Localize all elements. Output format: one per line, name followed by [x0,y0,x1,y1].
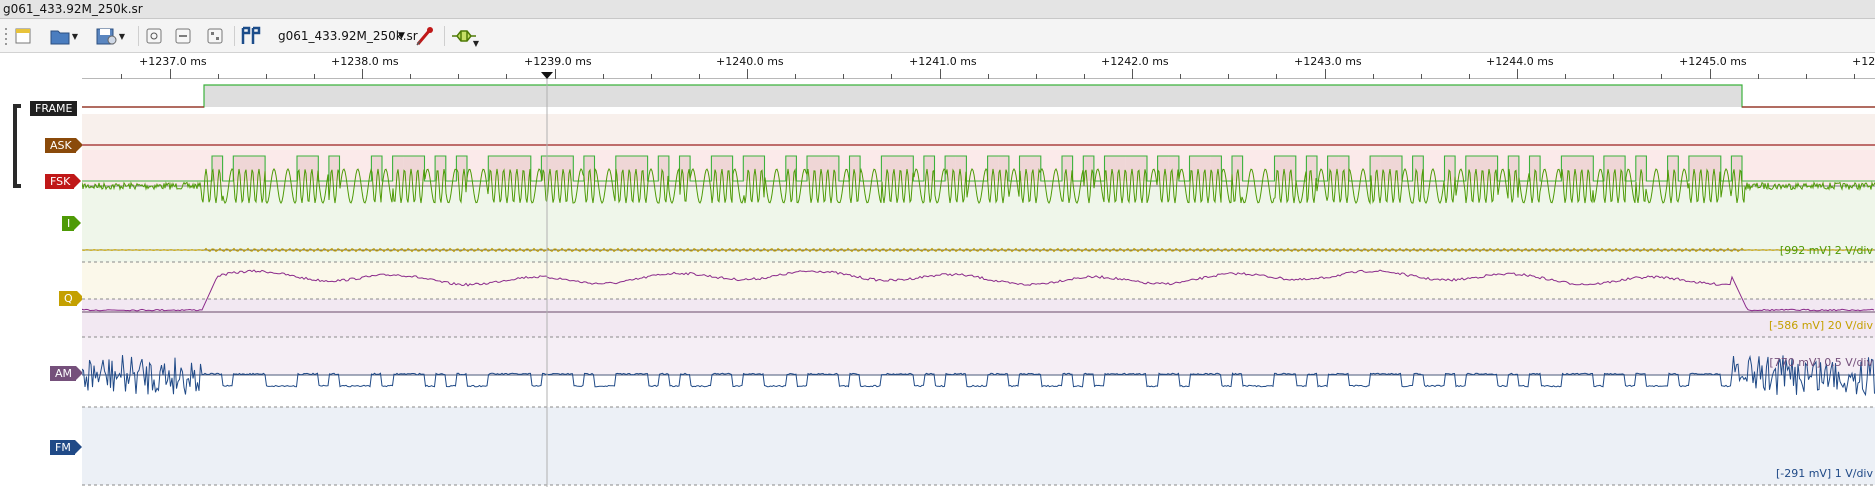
am-lower-background [82,337,1875,375]
open-file-button[interactable]: ▼ [48,24,80,48]
ruler-label: +12 [1852,55,1875,68]
ruler-label: +1241.0 ms [909,55,977,68]
frame-active-fill [204,85,1742,107]
device-select-value: g061_433.92M_250k.sr [278,29,418,43]
ruler-label: +1237.0 ms [139,55,207,68]
ruler-tick [169,69,171,79]
trace-viewport[interactable]: [992 mV] 2 V/div [-586 mV] 20 V/div [770… [82,79,1875,487]
zoom-in-icon[interactable] [203,24,227,48]
ruler-label: +1240.0 ms [716,55,784,68]
channel-label-fm[interactable]: FM [50,440,82,455]
fm-background [82,407,1875,485]
open-file-icon [50,30,70,45]
window-title-bar: g061_433.92M_250k.sr [0,0,1875,19]
spacer-background [82,375,1875,407]
ruler-tick [554,69,556,79]
scale-label-i: [992 mV] 2 V/div [1779,244,1873,257]
probe-icon[interactable] [412,24,438,48]
chevron-down-icon: ▼ [118,31,126,41]
scale-label-fm: [-291 mV] 1 V/div [1775,467,1873,480]
zoom-one-to-one-icon[interactable] [171,24,195,48]
chevron-down-icon: ▼ [71,31,79,41]
scale-label-q: [-586 mV] 20 V/div [1768,319,1873,332]
trace-canvas[interactable] [82,79,1875,487]
ruler-tick [1709,69,1711,79]
scale-label-am: [770 mV] 0.5 V/div [1769,356,1873,369]
ruler-label: +1243.0 ms [1294,55,1362,68]
channel-label-frame[interactable]: FRAME [30,101,83,116]
ruler-tick [1132,69,1133,79]
toolbar-separator [444,26,445,46]
window-title: g061_433.92M_250k.sr [3,2,143,16]
ruler-label: +1238.0 ms [331,55,399,68]
chevron-down-icon[interactable]: ▼ [398,24,405,48]
save-file-icon [96,28,117,45]
channel-label-am[interactable]: AM [50,366,84,381]
device-select-dropdown[interactable]: g061_433.92M_250k.sr [278,24,418,48]
channel-label-q[interactable]: Q [59,291,84,306]
ruler-label: +1242.0 ms [1101,55,1169,68]
q-background [82,262,1875,299]
channel-label-i[interactable]: I [62,216,82,231]
cursor-icon[interactable] [238,24,264,48]
ruler-label: +1244.0 ms [1486,55,1554,68]
zoom-fit-icon[interactable] [142,24,166,48]
save-file-button[interactable]: ▼ [92,24,128,48]
ruler-tick [362,69,363,79]
ruler-tick [1324,69,1326,79]
logic-group-bracket[interactable] [13,104,21,188]
cursor-marker-icon[interactable] [541,72,553,79]
chevron-down-icon: ▼ [472,38,480,48]
channel-label-ask[interactable]: ASK [45,138,83,153]
toolbar-separator [138,26,139,46]
time-ruler[interactable]: +1237.0 ms +1238.0 ms +1239.0 ms +1240.0… [82,53,1875,79]
main-toolbar: ▼ ▼ g061_433.92M_250k.sr ▼ ▼ [0,19,1875,53]
new-session-icon[interactable] [12,24,34,48]
toolbar-separator [234,26,235,46]
toolbar-grip [3,24,9,48]
ruler-tick [747,69,748,79]
channel-label-fsk[interactable]: FSK [45,174,82,189]
ruler-label: +1239.0 ms [524,55,592,68]
ruler-label: +1245.0 ms [1679,55,1747,68]
am-background [82,299,1875,337]
ruler-tick [939,69,941,79]
ruler-tick [1517,69,1518,79]
decoder-icon[interactable]: ▼ [450,24,480,48]
